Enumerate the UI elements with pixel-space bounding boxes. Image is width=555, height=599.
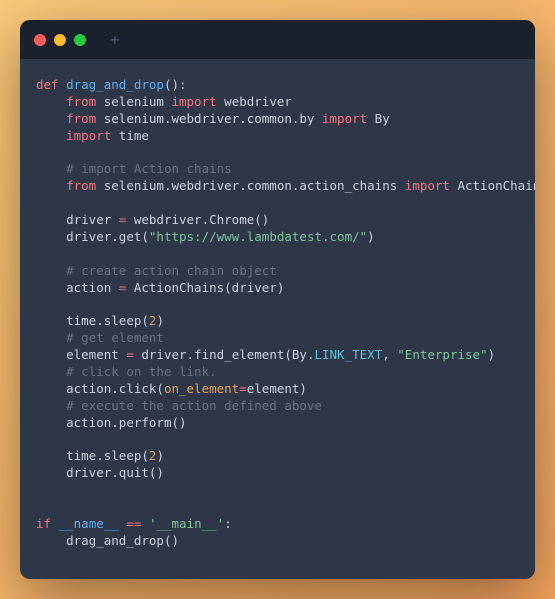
code-line: [36, 145, 519, 162]
minimize-icon[interactable]: [54, 34, 66, 46]
code-line: [36, 246, 519, 263]
code-line: [36, 499, 519, 516]
code-line: [36, 195, 519, 212]
code-line: driver.get("https://www.lambdatest.com/"…: [36, 229, 519, 246]
code-line: action.click(on_element=element): [36, 381, 519, 398]
editor-window: + def drag_and_drop(): from selenium imp…: [20, 20, 535, 579]
new-tab-button[interactable]: +: [110, 30, 120, 49]
code-line: # get element: [36, 330, 519, 347]
code-line: drag_and_drop(): [36, 533, 519, 550]
titlebar: +: [20, 20, 535, 59]
code-line: from selenium.webdriver.common.action_ch…: [36, 178, 519, 195]
code-line: # click on the link.: [36, 364, 519, 381]
code-editor[interactable]: def drag_and_drop(): from selenium impor…: [20, 59, 535, 568]
code-line: # create action chain object: [36, 263, 519, 280]
code-line: from selenium.webdriver.common.by import…: [36, 111, 519, 128]
code-line: driver = webdriver.Chrome(): [36, 212, 519, 229]
code-line: time.sleep(2): [36, 448, 519, 465]
code-line: from selenium import webdriver: [36, 94, 519, 111]
code-line: def drag_and_drop():: [36, 77, 519, 94]
code-line: [36, 431, 519, 448]
close-icon[interactable]: [34, 34, 46, 46]
code-line: action.perform(): [36, 415, 519, 432]
code-line: [36, 296, 519, 313]
code-line: import time: [36, 128, 519, 145]
maximize-icon[interactable]: [74, 34, 86, 46]
code-line: if __name__ == '__main__':: [36, 516, 519, 533]
code-line: element = driver.find_element(By.LINK_TE…: [36, 347, 519, 364]
code-line: # execute the action defined above: [36, 398, 519, 415]
code-line: time.sleep(2): [36, 313, 519, 330]
code-line: action = ActionChains(driver): [36, 280, 519, 297]
code-line: driver.quit(): [36, 465, 519, 482]
code-line: # import Action chains: [36, 161, 519, 178]
code-line: [36, 482, 519, 499]
